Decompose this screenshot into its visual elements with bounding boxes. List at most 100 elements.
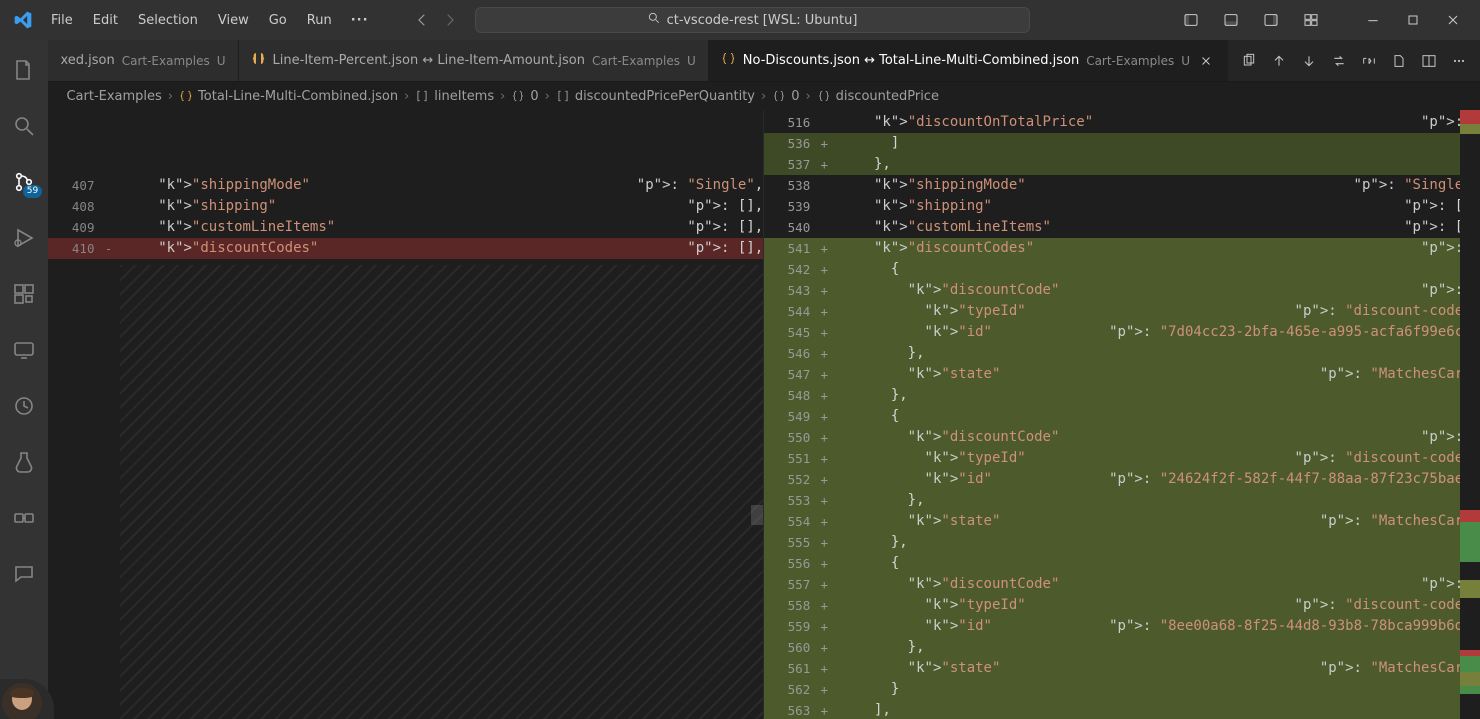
array-icon [415,89,429,103]
code-line: 544+ "k">"typeId""p">: "discount-code", [764,301,1480,322]
code-line: 408 "k">"shipping""p">: [], [48,196,763,217]
scm-badge: 59 [23,185,42,198]
editor-actions [1228,40,1480,81]
testing-icon[interactable] [0,442,48,482]
array-icon [556,89,570,103]
tab-scm-badge: U [217,54,226,68]
diff-panes: 407 "k">"shippingMode""p">: "Single", 40… [48,110,1480,719]
copy-icon[interactable] [1236,47,1262,75]
nav-forward-button[interactable] [437,7,463,33]
code-line: 541+ "k">"discountCodes""p">: [ [764,238,1480,259]
explorer-icon[interactable] [0,50,48,90]
tab-xed-json[interactable]: xed.json Cart-Examples U [48,40,238,81]
editor-tabs: xed.json Cart-Examples U Line-Item-Perce… [48,40,1480,82]
crumb-folder[interactable]: Cart-Examples [66,89,161,104]
tab-scm-badge: U [687,54,696,68]
json-file-icon [721,51,736,70]
menu-file[interactable]: File [42,9,82,32]
code-line: 409 "k">"customLineItems""p">: [], [48,217,763,238]
menu-selection[interactable]: Selection [129,9,207,32]
code-line: 548+ }, [764,385,1480,406]
code-line: 560+ }, [764,637,1480,658]
swap-sides-icon[interactable] [1326,47,1352,75]
search-icon[interactable] [0,106,48,146]
crumb-lineitems[interactable]: lineItems [415,89,494,104]
layout-toggle-bottom-icon[interactable] [1214,5,1248,35]
code-line: 551+ "k">"typeId""p">: "discount-code", [764,448,1480,469]
braces-icon [772,89,786,103]
code-line: 556+ { [764,553,1480,574]
code-line: 553+ }, [764,490,1480,511]
window-maximize-button[interactable] [1396,5,1430,35]
window-close-button[interactable] [1436,5,1470,35]
nav-back-button[interactable] [409,7,435,33]
sticky-scroll-line: 516 "k">"discountOnTotalPrice""p">: { [764,112,1480,133]
code-line: 547+ "k">"state""p">: "MatchesCart" [764,364,1480,385]
crumb-discountedprice[interactable]: discountedPrice [817,89,939,104]
code-line: 552+ "k">"id""p">: "24624f2f-582f-44f7-8… [764,469,1480,490]
tab-total-line-diff[interactable]: No-Discounts.json ↔ Total-Line-Multi-Com… [709,40,1228,81]
close-tab-icon[interactable] [1197,52,1215,70]
crumb-index0b[interactable]: 0 [772,89,799,104]
code-line: 536+ ] [764,133,1480,154]
run-debug-icon[interactable] [0,218,48,258]
activity-bar: 59 [0,40,48,719]
source-control-icon[interactable]: 59 [0,162,48,202]
code-line: 554+ "k">"state""p">: "MatchesCart" [764,511,1480,532]
code-line: 561+ "k">"state""p">: "MatchesCart" [764,658,1480,679]
code-line: 555+ }, [764,532,1480,553]
prev-change-icon[interactable] [1266,47,1292,75]
code-line: 539 "k">"shipping""p">: [], [764,196,1480,217]
overview-ruler[interactable] [1460,110,1480,719]
menu-more[interactable]: ··· [343,9,377,32]
tab-title: Line-Item-Percent.json ↔ Line-Item-Amoun… [273,53,585,68]
code-line: 559+ "k">"id""p">: "8ee00a68-8f25-44d8-9… [764,616,1480,637]
command-center[interactable]: ct-vscode-rest [WSL: Ubuntu] [475,7,1030,33]
split-editor-icon[interactable] [1416,47,1442,75]
whitespace-toggle-icon[interactable] [1356,47,1382,75]
menu-view[interactable]: View [209,9,258,32]
menu-run[interactable]: Run [298,9,341,32]
breadcrumb[interactable]: Cart-Examples › Total-Line-Multi-Combine… [48,82,1480,110]
titlebar-right-icons [1174,5,1474,35]
code-line: 550+ "k">"discountCode""p">: { [764,427,1480,448]
customize-layout-icon[interactable] [1294,5,1328,35]
layout-toggle-left-icon[interactable] [1174,5,1208,35]
menu-bar: File Edit Selection View Go Run ··· [42,9,377,32]
remote-explorer-icon[interactable] [0,330,48,370]
crumb-dppq[interactable]: discountedPricePerQuantity [556,89,755,104]
code-line: 549+ { [764,406,1480,427]
crumb-file[interactable]: Total-Line-Multi-Combined.json [179,89,398,104]
code-line: 537+ }, [764,154,1480,175]
ports-icon[interactable] [0,498,48,538]
next-change-icon[interactable] [1296,47,1322,75]
braces-icon [817,89,831,103]
titlebar: File Edit Selection View Go Run ··· ct-v… [0,0,1480,40]
extensions-icon[interactable] [0,274,48,314]
timeline-icon[interactable] [0,386,48,426]
open-file-icon[interactable] [1386,47,1412,75]
tab-folder: Cart-Examples [122,54,210,68]
diff-left-pane[interactable]: 407 "k">"shippingMode""p">: "Single", 40… [48,110,764,719]
json-file-icon [251,51,266,70]
tab-title: No-Discounts.json ↔ Total-Line-Multi-Com… [743,53,1079,68]
more-actions-icon[interactable] [1446,47,1472,75]
crumb-index0a[interactable]: 0 [511,89,538,104]
tab-title: xed.json [60,53,114,68]
feedback-icon[interactable] [0,554,48,594]
code-line: 545+ "k">"id""p">: "7d04cc23-2bfa-465e-a… [764,322,1480,343]
tab-line-item-diff[interactable]: Line-Item-Percent.json ↔ Line-Item-Amoun… [239,40,709,81]
tab-folder: Cart-Examples [592,54,680,68]
diff-right-pane[interactable]: 516 "k">"discountOnTotalPrice""p">: { 53… [764,110,1480,719]
code-line: 542+ { [764,259,1480,280]
tab-scm-badge: U [1181,54,1190,68]
code-line: 540 "k">"customLineItems""p">: [], [764,217,1480,238]
window-minimize-button[interactable] [1356,5,1390,35]
diff-placeholder-hatch [120,265,763,719]
layout-toggle-right-icon[interactable] [1254,5,1288,35]
menu-edit[interactable]: Edit [84,9,127,32]
code-line: 538 "k">"shippingMode""p">: "Single", [764,175,1480,196]
code-line: 407 "k">"shippingMode""p">: "Single", [48,175,763,196]
menu-go[interactable]: Go [260,9,296,32]
scroll-thumb[interactable] [751,505,763,525]
